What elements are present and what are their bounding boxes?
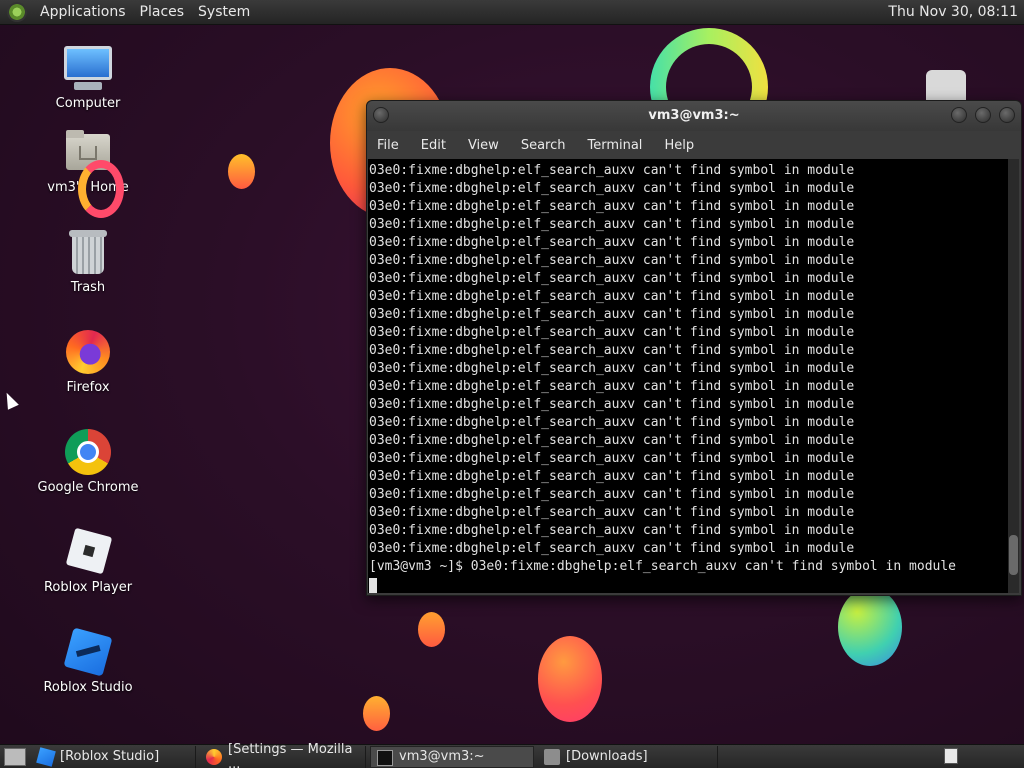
close-button[interactable] xyxy=(999,107,1015,123)
terminal-output-line: 03e0:fixme:dbghelp:elf_search_auxv can't… xyxy=(369,271,855,286)
terminal-output-line: 03e0:fixme:dbghelp:elf_search_auxv can't… xyxy=(369,487,855,502)
desktop-icon-label: Trash xyxy=(70,280,106,295)
desktop-icon-trash[interactable]: Trash xyxy=(18,228,158,295)
menu-view[interactable]: View xyxy=(457,138,510,153)
terminal-output-line: 03e0:fixme:dbghelp:elf_search_auxv can't… xyxy=(369,253,855,268)
desktop-icon-label: Computer xyxy=(55,96,121,111)
desktop-icon-chrome[interactable]: Google Chrome xyxy=(18,428,158,495)
terminal-output-line: 03e0:fixme:dbghelp:elf_search_auxv can't… xyxy=(369,325,855,340)
terminal-scrollbar[interactable] xyxy=(1008,159,1019,593)
mouse-pointer-icon xyxy=(1,390,19,410)
taskbar-item-terminal[interactable]: vm3@vm3:~ xyxy=(370,745,534,768)
distro-logo-icon[interactable] xyxy=(7,2,27,22)
terminal-output-line: 03e0:fixme:dbghelp:elf_search_auxv can't… xyxy=(369,199,855,214)
window-title: vm3@vm3:~ xyxy=(648,108,740,123)
wallpaper-shape xyxy=(418,612,445,647)
roblox-player-icon xyxy=(64,527,113,576)
menu-file[interactable]: File xyxy=(367,138,410,153)
system-menu[interactable]: System xyxy=(191,4,257,20)
terminal-output-line: 03e0:fixme:dbghelp:elf_search_auxv can't… xyxy=(369,523,855,538)
terminal-output-line: 03e0:fixme:dbghelp:elf_search_auxv can't… xyxy=(369,379,855,394)
menu-edit[interactable]: Edit xyxy=(410,138,457,153)
folder-icon xyxy=(544,748,560,765)
places-menu[interactable]: Places xyxy=(133,4,192,20)
trash-icon xyxy=(64,228,112,276)
terminal-output[interactable]: 03e0:fixme:dbghelp:elf_search_auxv can't… xyxy=(368,159,1008,593)
wallpaper-shape xyxy=(363,696,390,731)
terminal-output-line: 03e0:fixme:dbghelp:elf_search_auxv can't… xyxy=(369,289,855,304)
bottom-panel: [Roblox Studio] [Settings — Mozilla ... … xyxy=(0,742,1024,768)
desktop-icon-label: Firefox xyxy=(66,380,110,395)
terminal-output-line: 03e0:fixme:dbghelp:elf_search_auxv can't… xyxy=(369,361,855,376)
scrollbar-thumb[interactable] xyxy=(1009,535,1018,575)
minimize-button[interactable] xyxy=(951,107,967,123)
top-panel: Applications Places System Thu Nov 30, 0… xyxy=(0,0,1024,25)
terminal-output-line: 03e0:fixme:dbghelp:elf_search_auxv can't… xyxy=(369,541,855,556)
terminal-output-line: 03e0:fixme:dbghelp:elf_search_auxv can't… xyxy=(369,451,855,466)
desktop-icon-label: Google Chrome xyxy=(37,480,139,495)
taskbar-item-firefox[interactable]: [Settings — Mozilla ... xyxy=(200,742,366,768)
workspace-switcher[interactable] xyxy=(944,748,958,764)
taskbar-item-downloads[interactable]: [Downloads] xyxy=(538,745,718,768)
menu-help[interactable]: Help xyxy=(653,138,705,153)
menu-terminal[interactable]: Terminal xyxy=(576,138,653,153)
terminal-menubar: File Edit View Search Terminal Help xyxy=(367,131,1021,159)
taskbar-item-label: vm3@vm3:~ xyxy=(399,749,485,764)
wallpaper-shape xyxy=(838,588,902,666)
firefox-icon xyxy=(64,328,112,376)
taskbar-item-label: [Roblox Studio] xyxy=(60,749,160,764)
applications-menu[interactable]: Applications xyxy=(33,4,133,20)
window-titlebar[interactable]: vm3@vm3:~ xyxy=(367,101,1021,131)
wallpaper-ring xyxy=(78,160,124,218)
computer-icon xyxy=(64,44,112,92)
terminal-output-line: 03e0:fixme:dbghelp:elf_search_auxv can't… xyxy=(369,181,855,196)
wallpaper-shape xyxy=(228,154,255,189)
terminal-output-line: 03e0:fixme:dbghelp:elf_search_auxv can't… xyxy=(369,415,855,430)
terminal-output-line: 03e0:fixme:dbghelp:elf_search_auxv can't… xyxy=(369,343,855,358)
taskbar-item-roblox-studio[interactable]: [Roblox Studio] xyxy=(32,745,196,768)
clock[interactable]: Thu Nov 30, 08:11 xyxy=(888,4,1018,20)
terminal-output-line: 03e0:fixme:dbghelp:elf_search_auxv can't… xyxy=(369,397,855,412)
terminal-output-line: 03e0:fixme:dbghelp:elf_search_auxv can't… xyxy=(369,163,855,178)
terminal-output-line: 03e0:fixme:dbghelp:elf_search_auxv can't… xyxy=(369,217,855,232)
terminal-output-line: 03e0:fixme:dbghelp:elf_search_auxv can't… xyxy=(369,307,855,322)
maximize-button[interactable] xyxy=(975,107,991,123)
desktop-icon-roblox-player[interactable]: Roblox Player xyxy=(18,527,158,595)
terminal-output-line: 03e0:fixme:dbghelp:elf_search_auxv can't… xyxy=(369,469,855,484)
terminal-icon xyxy=(377,749,393,766)
roblox-studio-icon xyxy=(63,627,113,677)
terminal-output-line: 03e0:fixme:dbghelp:elf_search_auxv can't… xyxy=(369,235,855,250)
roblox-studio-icon xyxy=(36,746,56,767)
terminal-output-line: 03e0:fixme:dbghelp:elf_search_auxv can't… xyxy=(369,433,855,448)
terminal-window[interactable]: vm3@vm3:~ File Edit View Search Terminal… xyxy=(366,100,1022,596)
desktop-icon-label: Roblox Player xyxy=(43,580,133,595)
taskbar-item-label: [Settings — Mozilla ... xyxy=(228,741,353,768)
taskbar-item-label: [Downloads] xyxy=(566,749,648,764)
terminal-output-line: 03e0:fixme:dbghelp:elf_search_auxv can't… xyxy=(369,505,855,520)
text-cursor xyxy=(369,578,377,593)
desktop-icon-firefox[interactable]: Firefox xyxy=(18,328,158,395)
desktop-icon-label: Roblox Studio xyxy=(43,680,133,695)
desktop-icon-computer[interactable]: Computer xyxy=(18,44,158,111)
firefox-icon xyxy=(206,748,222,765)
chrome-icon xyxy=(64,428,112,476)
menu-search[interactable]: Search xyxy=(510,138,577,153)
show-desktop-icon[interactable] xyxy=(4,747,26,766)
terminal-prompt-line: [vm3@vm3 ~]$ 03e0:fixme:dbghelp:elf_sear… xyxy=(369,559,956,574)
desktop-icon-roblox-studio[interactable]: Roblox Studio xyxy=(18,627,158,695)
wallpaper-shape xyxy=(538,636,602,722)
